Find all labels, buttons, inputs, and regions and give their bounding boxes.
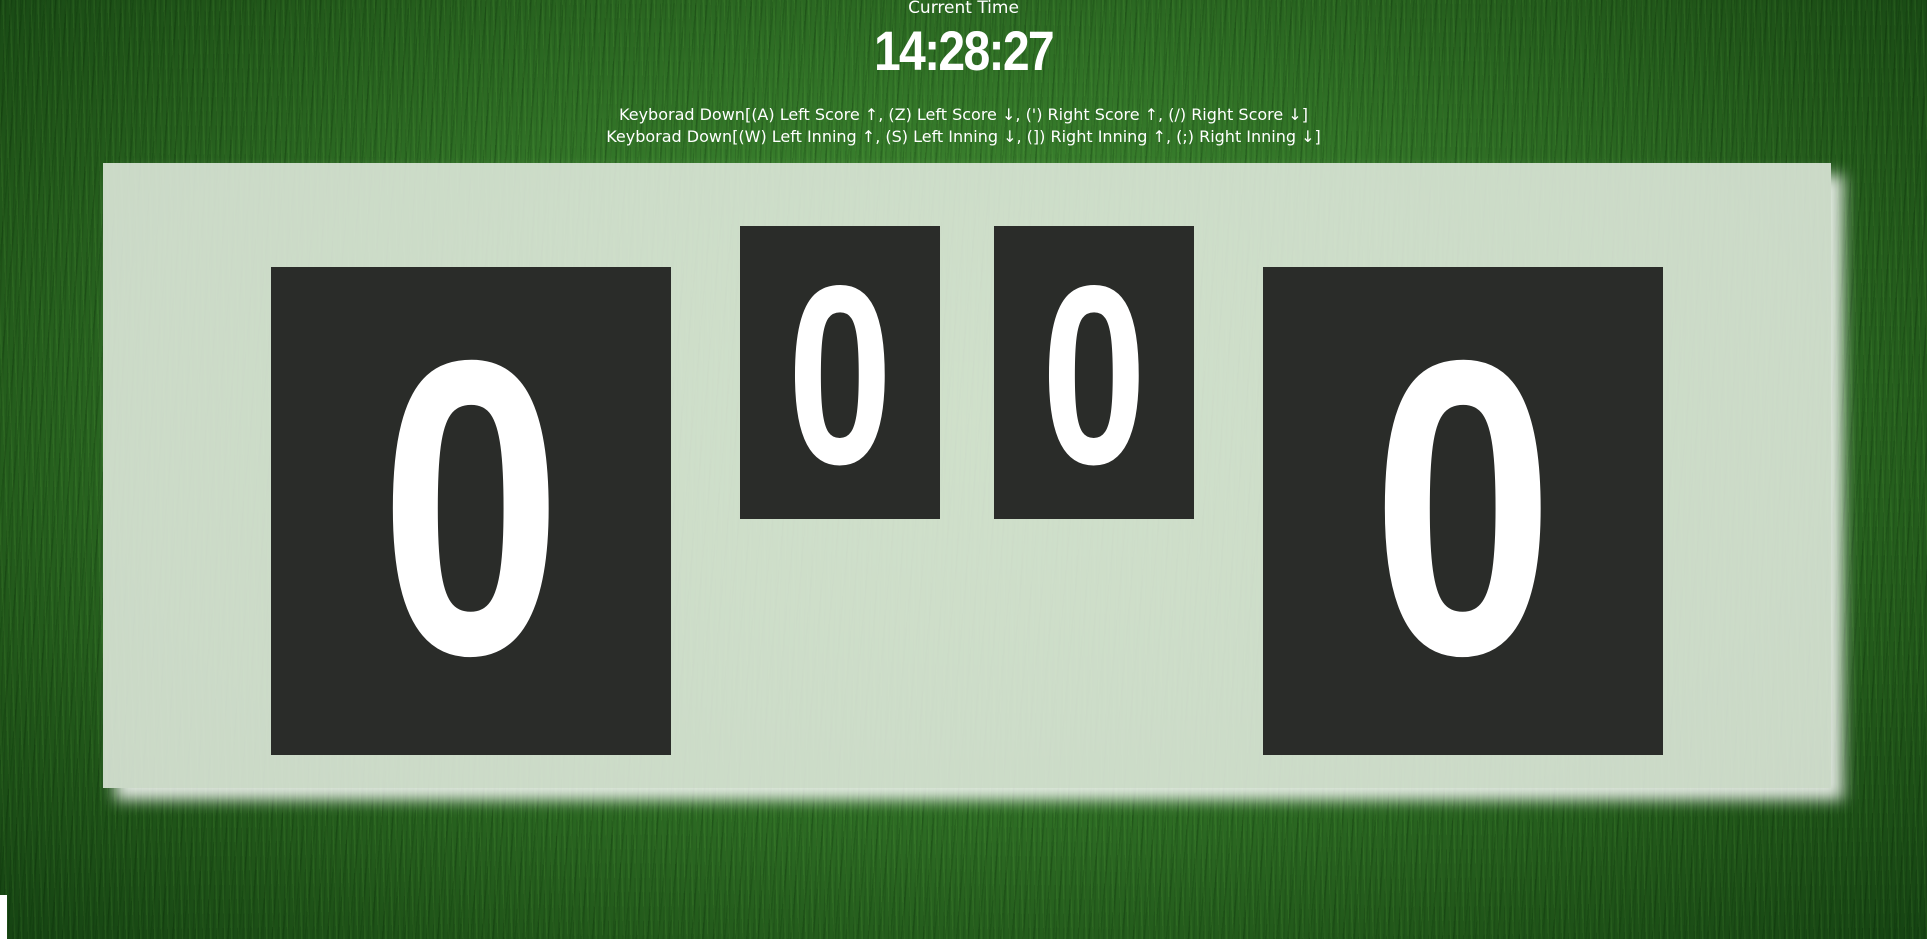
right-score-card[interactable]: 0 xyxy=(1263,267,1663,755)
left-inning-value: 0 xyxy=(787,233,893,518)
keyboard-help-score: Keyborad Down[(A) Left Score ↑, (Z) Left… xyxy=(619,105,1308,124)
left-score-card[interactable]: 0 xyxy=(271,267,671,755)
current-time-value: 14:28:27 xyxy=(873,19,1055,82)
corner-marker xyxy=(0,895,7,939)
left-inning-card[interactable]: 0 xyxy=(740,226,940,519)
scoreboard-panel: 0 0 0 0 xyxy=(103,163,1831,788)
right-inning-card[interactable]: 0 xyxy=(994,226,1194,519)
keyboard-help-inning: Keyborad Down[(W) Left Inning ↑, (S) Lef… xyxy=(606,127,1321,146)
left-score-value: 0 xyxy=(379,274,563,743)
current-time-label: Current Time xyxy=(908,0,1019,18)
right-inning-value: 0 xyxy=(1041,233,1147,518)
right-score-value: 0 xyxy=(1371,274,1555,743)
